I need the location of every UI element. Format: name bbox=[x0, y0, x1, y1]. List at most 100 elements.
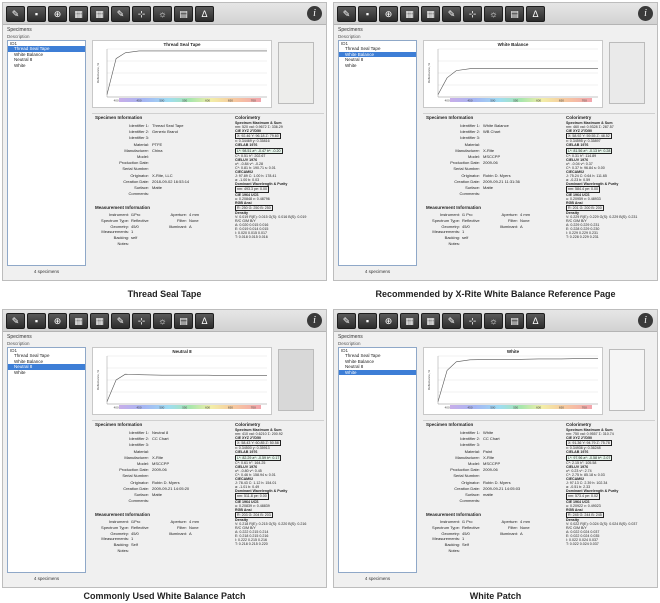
grid-plus-tool-button[interactable]: ▦ bbox=[90, 6, 109, 22]
dot-grid-tool-button[interactable]: ▪ bbox=[27, 6, 46, 22]
field-value[interactable]: i1 Pro bbox=[462, 519, 472, 524]
pencil-tool-button[interactable]: ✎ bbox=[442, 313, 461, 329]
field-value[interactable]: 2009-09-21 14:05:20 bbox=[152, 486, 189, 491]
dot-grid-tool-button[interactable]: ▪ bbox=[358, 6, 377, 22]
field-value[interactable]: self bbox=[131, 235, 137, 240]
field-value[interactable]: 45/0 bbox=[462, 531, 470, 536]
field-value[interactable]: Self bbox=[462, 542, 469, 547]
sun-tool-button[interactable]: ☼ bbox=[153, 6, 172, 22]
crosshair-tool-button[interactable]: ⊹ bbox=[132, 6, 151, 22]
field-value[interactable]: 1 bbox=[462, 229, 464, 234]
list-item[interactable]: White bbox=[8, 63, 85, 69]
pencil-tool-button[interactable]: ✎ bbox=[6, 313, 25, 329]
specimen-list[interactable]: ID1 Thread Seal Tape White Balance Neutral … bbox=[338, 40, 417, 266]
specimen-list[interactable]: ID1 Thread Seal Tape White Balance Neutral … bbox=[7, 40, 86, 266]
field-value[interactable]: X-Rite bbox=[483, 455, 494, 460]
grid-tool-button[interactable]: ▦ bbox=[69, 6, 88, 22]
field-value[interactable]: Self bbox=[131, 542, 138, 547]
field-value[interactable]: Robin D. Myers bbox=[483, 480, 511, 485]
dot-grid-tool-button[interactable]: ▪ bbox=[27, 313, 46, 329]
field-value[interactable]: Reflective bbox=[131, 525, 149, 530]
field-value[interactable]: 45/0 bbox=[131, 531, 139, 536]
pencil-tool-button[interactable]: ✎ bbox=[442, 6, 461, 22]
dot-grid-tool-button[interactable]: ▪ bbox=[358, 313, 377, 329]
pencil-tool-button[interactable]: ✎ bbox=[337, 313, 356, 329]
field-value[interactable]: 45/0 bbox=[131, 224, 139, 229]
crosshair-tool-button[interactable]: ⊹ bbox=[463, 313, 482, 329]
specimen-list[interactable]: ID1 Thread Seal Tape White Balance Neutral … bbox=[338, 347, 417, 573]
field-value[interactable]: Reflective bbox=[131, 218, 149, 223]
delta-tool-button[interactable]: Δ bbox=[526, 313, 545, 329]
field-value[interactable]: 2009-06 bbox=[483, 160, 498, 165]
sun-tool-button[interactable]: ☼ bbox=[153, 313, 172, 329]
sun-tool-button[interactable]: ☼ bbox=[484, 313, 503, 329]
field-value[interactable]: Reflective bbox=[462, 218, 480, 223]
field-value[interactable]: 45/0 bbox=[462, 224, 470, 229]
field-value[interactable]: Neutral 8 bbox=[152, 430, 168, 435]
field-value[interactable]: A bbox=[520, 224, 523, 229]
field-value[interactable]: 2009-09-21 11:31:36 bbox=[483, 179, 520, 184]
field-value[interactable]: i1Pro bbox=[131, 212, 140, 217]
grid-plus-tool-button[interactable]: ▦ bbox=[90, 313, 109, 329]
calculator-tool-button[interactable]: ▤ bbox=[505, 313, 524, 329]
delta-tool-button[interactable]: Δ bbox=[526, 6, 545, 22]
calculator-tool-button[interactable]: ▤ bbox=[174, 6, 193, 22]
crosshair-tool-button[interactable]: ⊹ bbox=[132, 313, 151, 329]
info-button[interactable]: i bbox=[638, 6, 653, 21]
field-value[interactable]: Matte bbox=[152, 185, 162, 190]
pencil-tool-button[interactable]: ✎ bbox=[111, 6, 130, 22]
list-item[interactable]: White bbox=[339, 369, 416, 375]
field-value[interactable]: Thread Seal Tape bbox=[152, 123, 184, 128]
field-value[interactable]: i1Pro bbox=[131, 519, 140, 524]
field-value[interactable]: i1 Pro bbox=[462, 212, 472, 217]
field-value[interactable]: China bbox=[152, 148, 162, 153]
pencil-tool-button[interactable]: ✎ bbox=[111, 313, 130, 329]
field-value[interactable]: 2009-06 bbox=[152, 467, 167, 472]
field-value[interactable]: A bbox=[520, 531, 523, 536]
crosshair-tool-button[interactable]: ⊹ bbox=[463, 6, 482, 22]
field-value[interactable]: 1 bbox=[462, 536, 464, 541]
info-button[interactable]: i bbox=[307, 313, 322, 328]
field-value[interactable]: None bbox=[189, 525, 199, 530]
field-value[interactable]: None bbox=[520, 525, 530, 530]
field-value[interactable]: 4 mm bbox=[520, 212, 530, 217]
field-value[interactable]: A bbox=[189, 224, 192, 229]
crosshair-tool-button[interactable]: ⊕ bbox=[379, 313, 398, 329]
specimen-list[interactable]: ID1 Thread Seal Tape White Balance Neutral … bbox=[7, 347, 86, 573]
field-value[interactable]: 4 mm bbox=[189, 519, 199, 524]
field-value[interactable]: matte bbox=[483, 492, 493, 497]
field-value[interactable]: A bbox=[189, 531, 192, 536]
field-value[interactable]: MSCCPP bbox=[483, 154, 500, 159]
field-value[interactable]: White bbox=[483, 430, 493, 435]
calculator-tool-button[interactable]: ▤ bbox=[174, 313, 193, 329]
field-value[interactable]: X-Rite, LLC bbox=[152, 173, 173, 178]
field-value[interactable]: Generic Brand bbox=[152, 129, 178, 134]
crosshair-tool-button[interactable]: ⊕ bbox=[48, 313, 67, 329]
info-button[interactable]: i bbox=[638, 313, 653, 328]
field-value[interactable]: Reflective bbox=[462, 525, 480, 530]
field-value[interactable]: Paint bbox=[483, 449, 492, 454]
field-value[interactable]: 2009-06 bbox=[483, 467, 498, 472]
field-value[interactable]: X-Rite bbox=[483, 148, 494, 153]
delta-tool-button[interactable]: Δ bbox=[195, 6, 214, 22]
field-value[interactable]: MSCCPP bbox=[483, 461, 500, 466]
pencil-tool-button[interactable]: ✎ bbox=[337, 6, 356, 22]
field-value[interactable]: CC Chart bbox=[483, 436, 500, 441]
info-button[interactable]: i bbox=[307, 6, 322, 21]
field-value[interactable]: MSCCPP bbox=[152, 461, 169, 466]
grid-plus-tool-button[interactable]: ▦ bbox=[421, 313, 440, 329]
list-item[interactable]: White bbox=[8, 370, 85, 376]
calculator-tool-button[interactable]: ▤ bbox=[505, 6, 524, 22]
grid-tool-button[interactable]: ▦ bbox=[400, 313, 419, 329]
field-value[interactable]: 2018-09-02 16:53:14 bbox=[152, 179, 189, 184]
field-value[interactable]: PTFE bbox=[152, 142, 162, 147]
field-value[interactable]: Matte bbox=[152, 492, 162, 497]
field-value[interactable]: None bbox=[189, 218, 199, 223]
field-value[interactable]: 2009-09-21 14:05:03 bbox=[483, 486, 520, 491]
grid-plus-tool-button[interactable]: ▦ bbox=[421, 6, 440, 22]
sun-tool-button[interactable]: ☼ bbox=[484, 6, 503, 22]
field-value[interactable]: self bbox=[462, 235, 468, 240]
field-value[interactable]: 4 mm bbox=[520, 519, 530, 524]
delta-tool-button[interactable]: Δ bbox=[195, 313, 214, 329]
field-value[interactable]: Robin D. Myers bbox=[483, 173, 511, 178]
